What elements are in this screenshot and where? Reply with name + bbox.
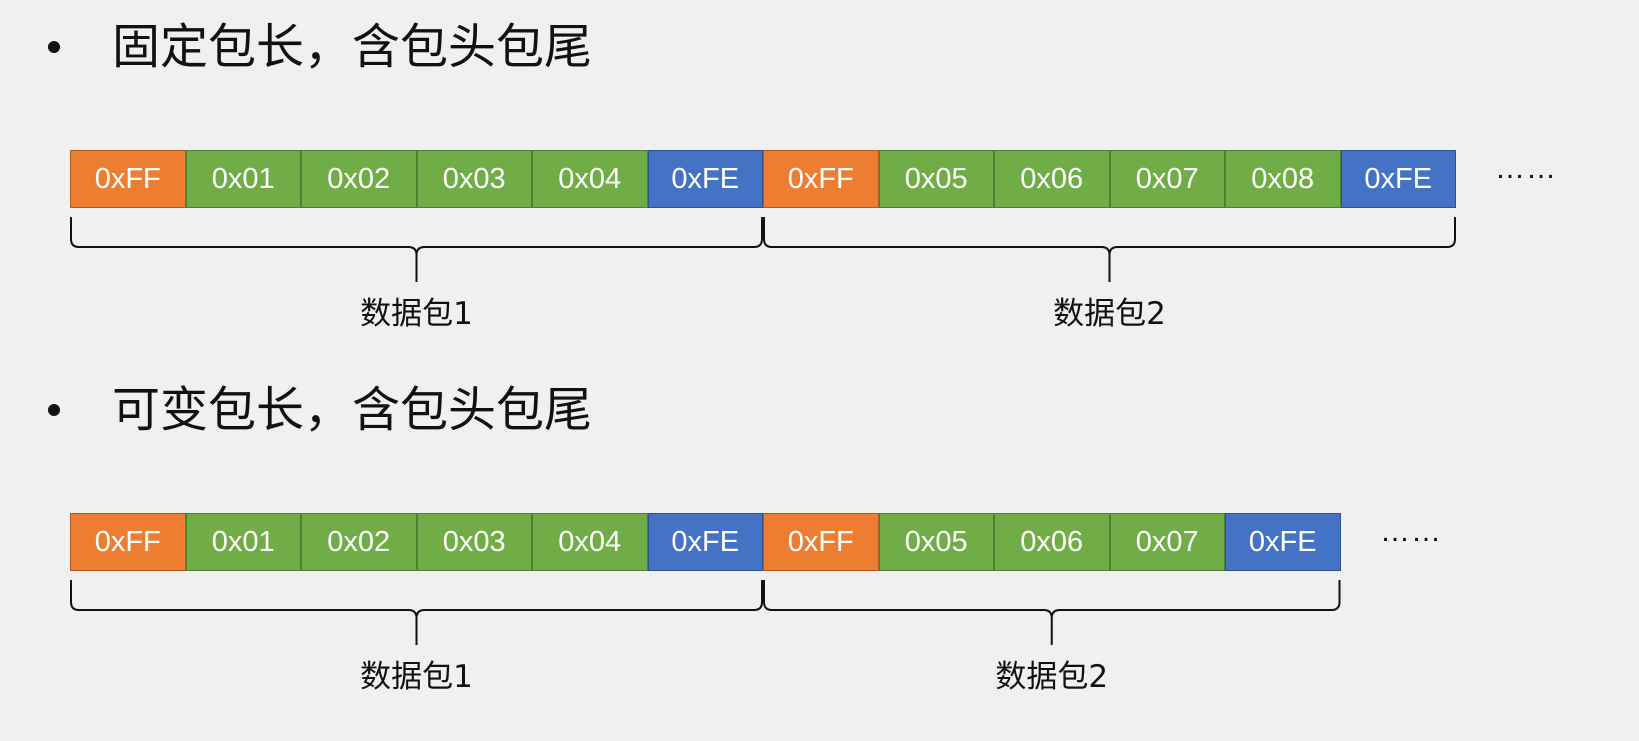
packet-label: 数据包2 bbox=[1053, 296, 1166, 332]
packet-label: 数据包1 bbox=[360, 296, 473, 332]
packet-brace bbox=[70, 217, 763, 282]
packet-brace bbox=[763, 580, 1341, 645]
packet-label: 数据包1 bbox=[360, 659, 473, 695]
section-variable-length: 可变包长，含包头包尾 0xFF 0x01 0x02 0x03 0x04 0xFE 0xFF 0… bbox=[0, 363, 1639, 741]
packet-braces bbox=[70, 580, 1341, 645]
packet-label: 数据包2 bbox=[995, 659, 1109, 695]
packet-brace bbox=[763, 217, 1456, 282]
packet-braces bbox=[70, 217, 1456, 282]
packet-brace bbox=[70, 580, 763, 645]
section-fixed-length: 固定包长，含包头包尾 0xFF 0x01 0x02 0x03 0x04 0xFE 0xFF 0… bbox=[0, 0, 1639, 370]
